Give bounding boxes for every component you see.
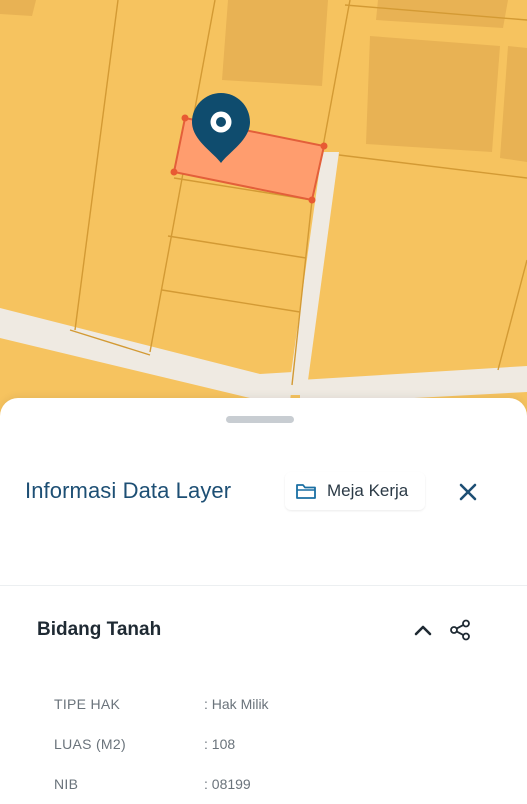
attribute-value: : 08199 — [204, 776, 251, 792]
workspace-button[interactable]: Meja Kerja — [285, 472, 425, 510]
share-button[interactable] — [448, 618, 472, 642]
collapse-button[interactable] — [412, 620, 434, 640]
section-title: Bidang Tanah — [37, 619, 162, 640]
info-bottom-sheet: Informasi Data Layer Meja Kerja Bidang T… — [0, 398, 527, 804]
close-button[interactable] — [456, 480, 480, 504]
sheet-title: Informasi Data Layer — [25, 478, 232, 503]
drag-handle[interactable] — [226, 416, 294, 423]
attribute-value: : 108 — [204, 736, 236, 752]
building-block — [0, 0, 36, 16]
attribute-key: LUAS (M2) — [54, 736, 126, 752]
attribute-value: : Hak Milik — [204, 696, 269, 712]
share-icon — [450, 619, 470, 641]
attribute-key: TIPE HAK — [54, 696, 121, 712]
map-view[interactable] — [0, 0, 527, 420]
folder-icon — [296, 484, 316, 499]
attribute-key: NIB — [54, 776, 79, 792]
building-block — [366, 36, 500, 152]
close-icon — [459, 483, 477, 501]
map-canvas[interactable] — [0, 0, 527, 420]
divider — [0, 536, 527, 586]
chevron-up-icon — [414, 625, 432, 636]
workspace-button-label: Meja Kerja — [327, 481, 409, 500]
building-block — [222, 0, 328, 86]
